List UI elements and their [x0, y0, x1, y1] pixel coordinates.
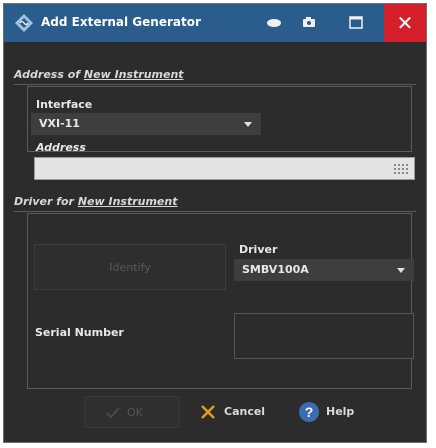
close-button[interactable]: ✕ — [384, 4, 426, 42]
maximize-button[interactable] — [339, 9, 373, 37]
dialog-window: Add External Generator ✕ Address of New … — [3, 3, 427, 443]
address-label: Address — [36, 141, 86, 154]
help-label: Help — [326, 405, 355, 418]
address-section-label-prefix: Address of — [14, 68, 84, 81]
interface-label: Interface — [36, 98, 93, 111]
identify-label: Identify — [109, 261, 151, 274]
title-bar[interactable]: Add External Generator ✕ — [4, 4, 426, 42]
driver-section-divider — [14, 211, 416, 212]
driver-combobox[interactable]: SMBV100A — [234, 259, 414, 281]
generator-diamond-icon — [15, 14, 33, 32]
svg-text:?: ? — [305, 404, 314, 420]
address-section-label-underlined: New Instrument — [83, 68, 184, 81]
keyboard-icon[interactable] — [394, 164, 408, 174]
help-icon: ? — [299, 402, 319, 422]
cancel-x-icon — [201, 405, 215, 419]
address-section-divider — [14, 84, 416, 85]
help-button[interactable]: ? Help — [296, 396, 366, 428]
close-icon: ✕ — [396, 11, 414, 35]
address-input[interactable] — [34, 157, 415, 180]
driver-section-label-prefix: Driver for — [14, 195, 78, 208]
maximize-icon — [349, 16, 363, 29]
interface-value: VXI-11 — [39, 117, 80, 130]
serial-number-label: Serial Number — [35, 326, 124, 339]
driver-section-label-underlined: New Instrument — [77, 195, 178, 208]
ok-button[interactable]: OK — [84, 396, 180, 428]
screenshot-button[interactable] — [292, 9, 326, 37]
serial-number-field[interactable] — [234, 313, 414, 359]
driver-label: Driver — [239, 243, 278, 256]
interface-combobox[interactable]: VXI-11 — [31, 113, 261, 135]
address-section-label: Address of New Instrument — [14, 68, 184, 81]
identify-button[interactable]: Identify — [34, 244, 226, 290]
cancel-button[interactable]: Cancel — [184, 396, 289, 428]
driver-value: SMBV100A — [242, 263, 309, 276]
chevron-down-icon — [397, 268, 405, 273]
camera-icon — [303, 17, 315, 27]
chevron-down-icon — [244, 122, 252, 127]
driver-group — [27, 213, 412, 389]
cancel-label: Cancel — [224, 405, 266, 418]
dock-button[interactable] — [257, 9, 291, 37]
dock-icon — [267, 19, 281, 27]
driver-section-label: Driver for New Instrument — [14, 195, 177, 208]
window-title: Add External Generator — [41, 15, 201, 29]
ok-label: OK — [127, 406, 143, 419]
checkmark-icon — [106, 407, 120, 419]
